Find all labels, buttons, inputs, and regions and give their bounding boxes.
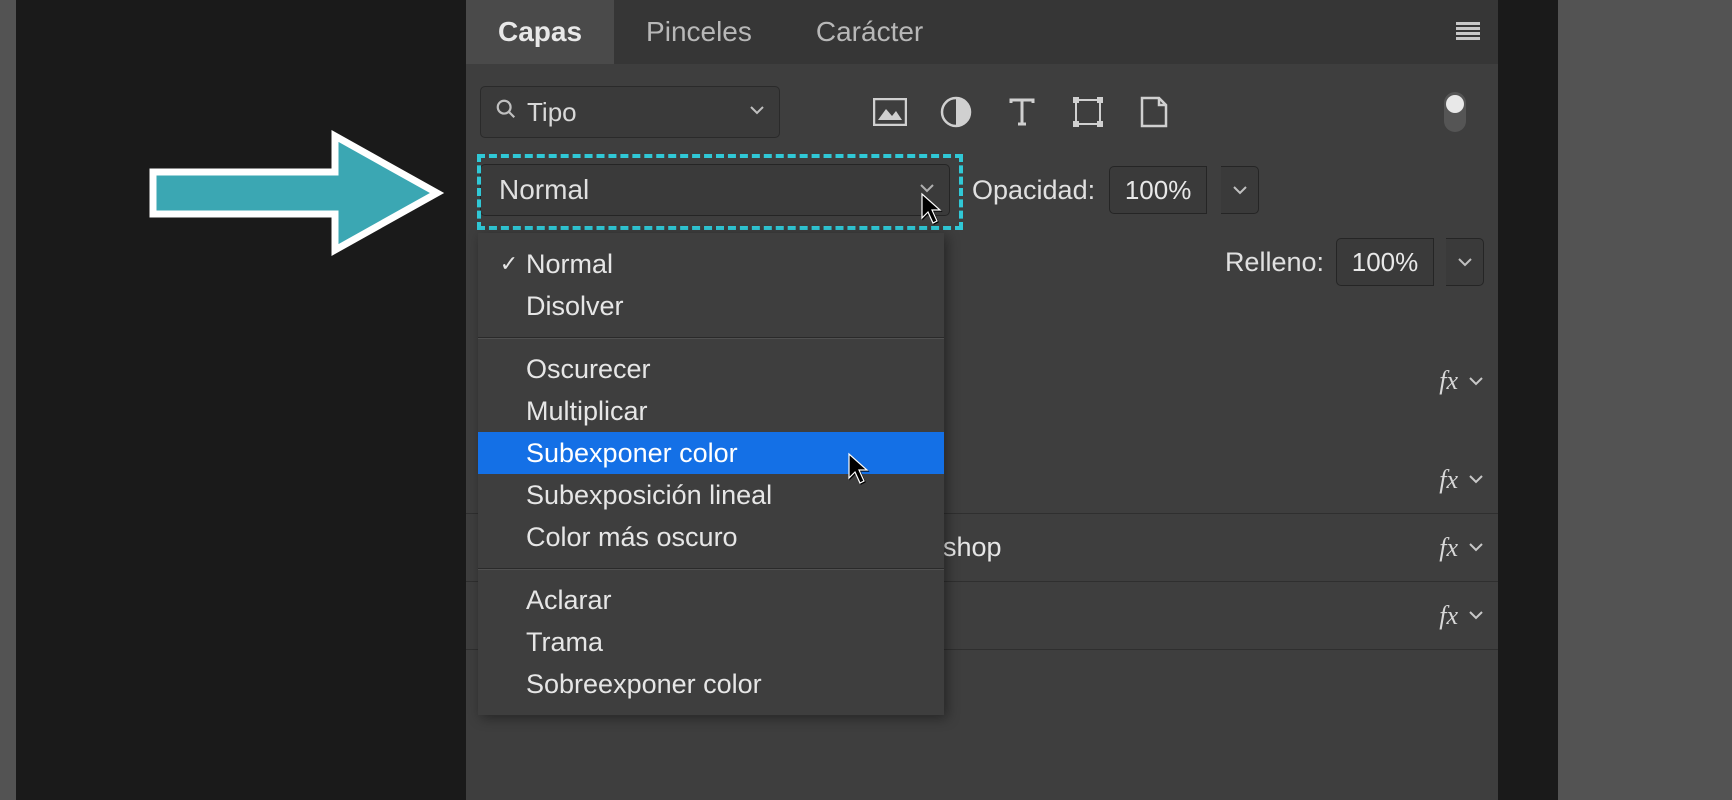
menu-item-subexposicion-lineal[interactable]: Subexposición lineal: [478, 474, 944, 516]
menu-separator: [478, 337, 944, 338]
menu-separator: [478, 568, 944, 569]
blend-mode-select[interactable]: Normal: [480, 164, 950, 216]
menu-item-disolver[interactable]: Disolver: [478, 285, 944, 327]
fill-input[interactable]: 100%: [1336, 238, 1434, 286]
fx-indicator: fx: [1439, 533, 1458, 563]
blend-mode-dropdown-menu: ✓ Normal Disolver Oscurecer Multiplicar: [478, 233, 944, 715]
chevron-down-icon[interactable]: [1468, 371, 1484, 392]
search-icon: [495, 98, 517, 126]
opacity-dropdown-button[interactable]: [1221, 166, 1259, 214]
fx-indicator: fx: [1439, 601, 1458, 631]
panel-menu-icon[interactable]: [1456, 22, 1480, 40]
filter-type-icon[interactable]: [1004, 94, 1040, 130]
filter-toggle[interactable]: [1444, 92, 1466, 132]
chevron-down-icon[interactable]: [1468, 469, 1484, 490]
fill-label: Relleno:: [1225, 247, 1324, 278]
tab-capas[interactable]: Capas: [466, 0, 614, 64]
fx-indicator: fx: [1439, 465, 1458, 495]
filter-adjustment-icon[interactable]: [938, 94, 974, 130]
opacity-label: Opacidad:: [972, 175, 1095, 206]
chevron-down-icon[interactable]: [1468, 605, 1484, 626]
fill-dropdown-button[interactable]: [1446, 238, 1484, 286]
opacity-input[interactable]: 100%: [1109, 166, 1207, 214]
blend-mode-current: Normal: [499, 174, 589, 206]
filter-type-select[interactable]: Tipo: [480, 86, 780, 138]
menu-item-oscurecer[interactable]: Oscurecer: [478, 348, 944, 390]
menu-item-aclarar[interactable]: Aclarar: [478, 579, 944, 621]
blend-dropdown-wrapper: Normal ✓ Normal Disolver Oscurece: [480, 164, 950, 216]
blend-mode-row: Normal ✓ Normal Disolver Oscurece: [466, 152, 1498, 228]
chevron-down-icon: [919, 181, 935, 199]
fx-indicator: fx: [1439, 366, 1458, 396]
menu-item-sobreexponer-color[interactable]: Sobreexponer color: [478, 663, 944, 705]
menu-item-multiplicar[interactable]: Multiplicar: [478, 390, 944, 432]
menu-item-trama[interactable]: Trama: [478, 621, 944, 663]
filter-type-label: Tipo: [527, 97, 577, 128]
chevron-down-icon[interactable]: [1468, 537, 1484, 558]
panel-tabs-bar: Capas Pinceles Carácter: [466, 0, 1498, 64]
menu-item-normal[interactable]: ✓ Normal: [478, 243, 944, 285]
chevron-down-icon: [749, 103, 765, 121]
filter-icons-group: [872, 94, 1172, 130]
layer-filter-row: Tipo: [466, 64, 1498, 152]
layers-panel: Capas Pinceles Carácter Tipo: [466, 0, 1498, 800]
filter-pixel-icon[interactable]: [872, 94, 908, 130]
canvas-area-left: [16, 0, 466, 800]
menu-item-color-mas-oscuro[interactable]: Color más oscuro: [478, 516, 944, 558]
tab-pinceles[interactable]: Pinceles: [614, 0, 784, 64]
filter-shape-icon[interactable]: [1070, 94, 1106, 130]
filter-smartobject-icon[interactable]: [1136, 94, 1172, 130]
menu-item-subexponer-color[interactable]: Subexponer color: [478, 432, 944, 474]
canvas-area-right: [1498, 0, 1558, 800]
check-icon: ✓: [492, 251, 526, 277]
tab-caracter[interactable]: Carácter: [784, 0, 955, 64]
